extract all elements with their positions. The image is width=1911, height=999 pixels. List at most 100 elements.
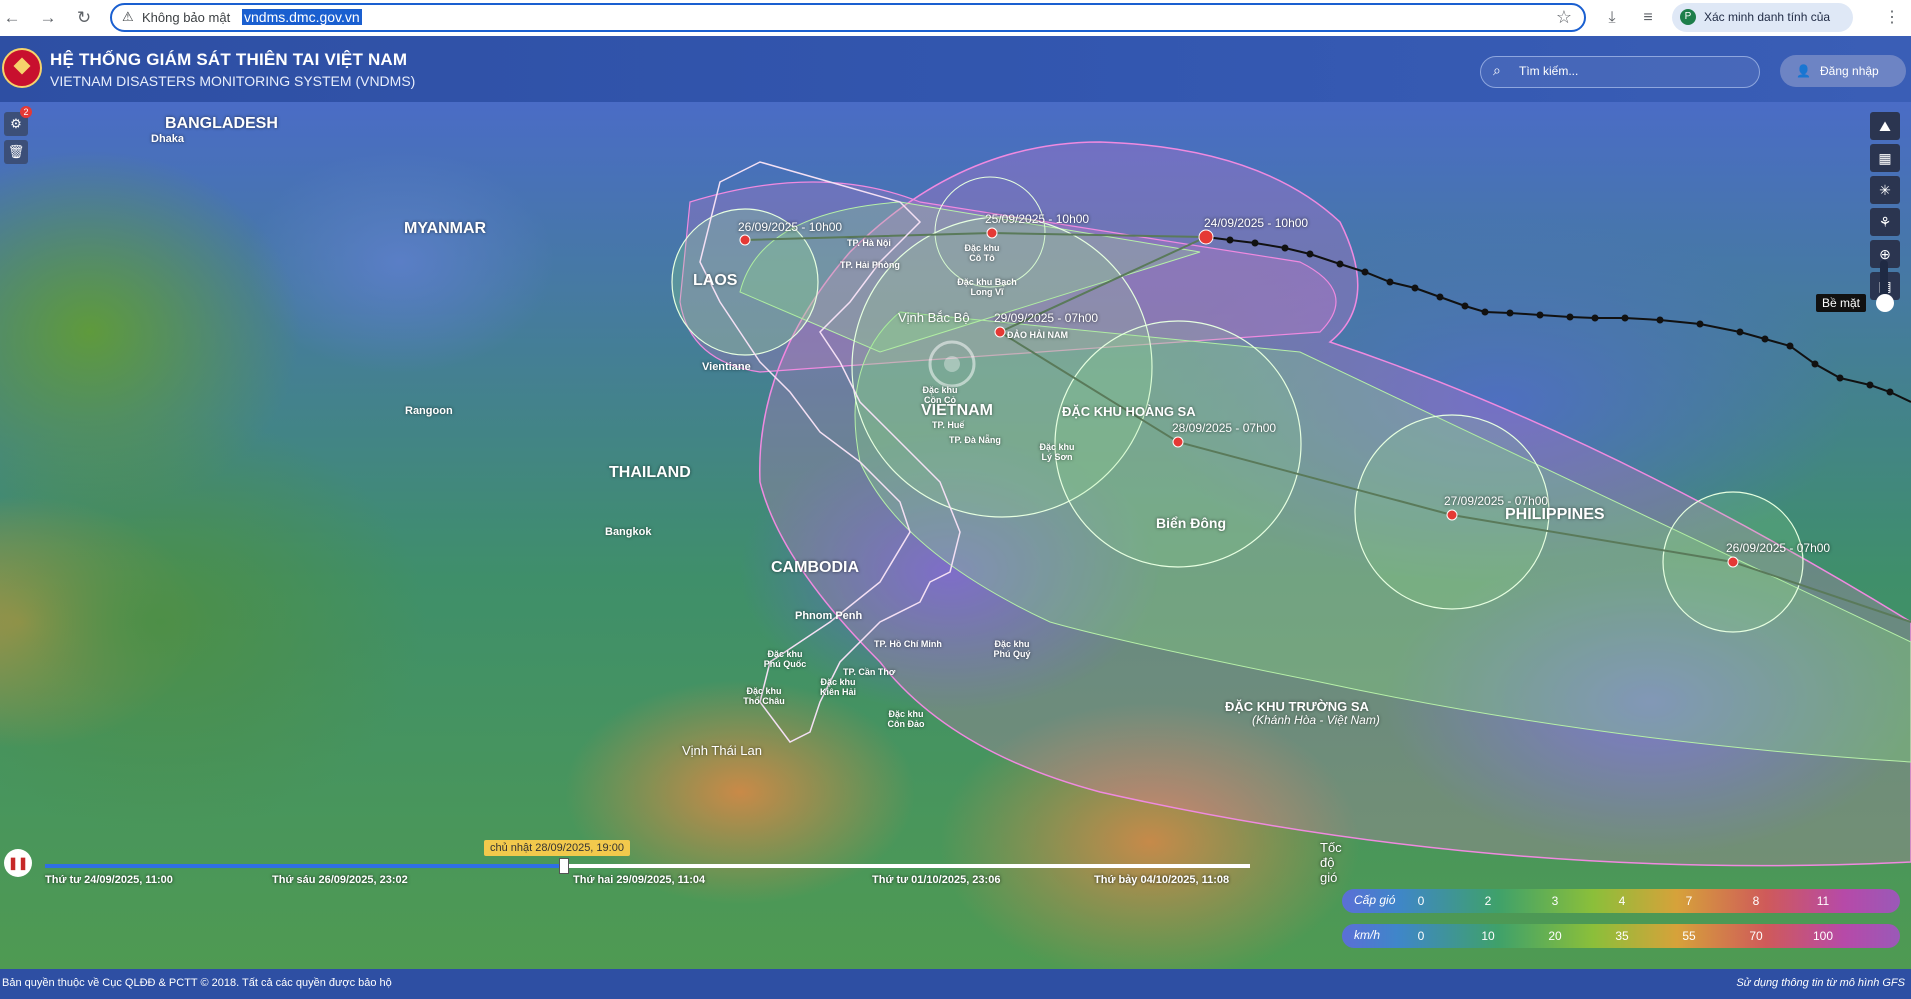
login-label: Đăng nhập — [1820, 64, 1879, 78]
trash-icon[interactable]: 🗑 — [4, 140, 28, 164]
notification-button[interactable]: ⚙ 2 — [4, 106, 32, 136]
city-label: TP. Huế — [932, 420, 965, 430]
country-label: BANGLADESH — [165, 115, 278, 132]
map-icon[interactable]: ⛰ — [1870, 112, 1900, 140]
search-input[interactable]: ⌕ Tìm kiếm... — [1480, 56, 1760, 88]
left-toolbar: ⚙ 2 🗑 — [4, 106, 32, 168]
login-button[interactable]: 👤 Đăng nhập — [1780, 55, 1906, 87]
country-label: CAMBODIA — [771, 559, 859, 576]
legend-value: 2 — [1484, 894, 1492, 908]
notification-badge: 2 — [20, 106, 32, 118]
place-label: Đặc khu Kiên Hải — [819, 677, 856, 697]
timeline-thumb[interactable] — [559, 858, 570, 874]
footer: Bản quyền thuộc về Cục QLĐĐ & PCTT © 201… — [0, 969, 1911, 999]
app-header: HỆ THỐNG GIÁM SÁT THIÊN TAI VIỆT NAM VIE… — [0, 36, 1911, 102]
city-label: Dhaka — [151, 133, 185, 145]
city-label: Vientiane — [702, 361, 751, 373]
timeline-tick: Thứ sáu 26/09/2025, 23:02 — [272, 874, 408, 886]
timeline-progress — [45, 864, 564, 868]
city-label: Rangoon — [405, 405, 453, 417]
place-label: ĐẶC KHU TRƯỜNG SA — [1225, 699, 1369, 714]
country-label: THAILAND — [609, 464, 691, 481]
wind-speed-title: Tốc độ gió — [1320, 840, 1342, 885]
storm-overlay — [671, 141, 1911, 867]
city-label: TP. Đà Nẵng — [949, 435, 1001, 445]
place-label: Đặc khu Côn Đảo — [887, 709, 925, 729]
profile-icon: P — [1680, 9, 1696, 25]
timeline-tick: Thứ bảy 04/10/2025, 11:08 — [1094, 874, 1230, 886]
country-label: MYANMAR — [404, 220, 487, 237]
forecast-time-label: 26/09/2025 - 10h00 — [738, 220, 843, 234]
place-label: Đặc khu Cô Tô — [964, 243, 1000, 263]
legend-value: 70 — [1749, 929, 1763, 943]
layer-slider-knob[interactable] — [1876, 294, 1894, 312]
place-label: (Khánh Hòa - Việt Nam) — [1252, 713, 1380, 727]
legend-value: 7 — [1685, 894, 1693, 908]
city-label: TP. Cần Thơ — [843, 667, 896, 677]
legend-value: 0 — [1417, 894, 1425, 908]
place-label: ĐẶC KHU HOÀNG SA — [1062, 404, 1196, 419]
address-bar[interactable]: ⚠ Không bảo mật vndms.dmc.gov.vn ☆ — [110, 3, 1586, 32]
city-label: TP. Hồ Chí Minh — [874, 639, 942, 649]
wind-layer-icon[interactable]: ✳ — [1870, 176, 1900, 204]
country-label: PHILIPPINES — [1505, 506, 1605, 523]
model-source-text: Sử dụng thông tin từ mô hình GFS — [1736, 977, 1905, 989]
security-status[interactable]: Không bảo mật — [142, 10, 230, 25]
legend-value: 3 — [1551, 894, 1559, 908]
forecast-time-label: 25/09/2025 - 10h00 — [985, 212, 1090, 226]
timeline-tick: Thứ tư 01/10/2025, 23:06 — [872, 874, 1001, 886]
place-label: ĐẢO HẢI NAM — [1007, 330, 1068, 340]
copyright-text: Bản quyền thuộc về Cục QLĐĐ & PCTT © 201… — [2, 977, 392, 989]
identity-button[interactable]: P Xác minh danh tính của bạn — [1672, 3, 1853, 53]
url-text[interactable]: vndms.dmc.gov.vn — [242, 9, 362, 25]
forecast-time-label: 28/09/2025 - 07h00 — [1172, 421, 1277, 435]
download-icon[interactable]: ⤓ — [1600, 6, 1624, 30]
city-label: Bangkok — [605, 526, 652, 538]
legend-value: 100 — [1812, 929, 1834, 943]
legend-value: 11 — [1816, 894, 1830, 908]
user-icon: 👤 — [1796, 64, 1811, 78]
legend-value: 35 — [1615, 929, 1629, 943]
place-label: Vịnh Bắc Bộ — [898, 310, 970, 325]
more-menu-icon[interactable]: ⋮ — [1880, 6, 1904, 30]
search-icon: ⌕ — [1493, 62, 1501, 78]
forecast-time-label: 27/09/2025 - 07h00 — [1444, 494, 1549, 508]
app-subtitle: VIETNAM DISASTERS MONITORING SYSTEM (VND… — [50, 73, 416, 89]
legend-value: 55 — [1682, 929, 1696, 943]
network-icon[interactable]: ⚘ — [1870, 208, 1900, 236]
reload-icon[interactable]: ↻ — [72, 6, 96, 30]
legend-value: 0 — [1417, 929, 1425, 943]
app-title: HỆ THỐNG GIÁM SÁT THIÊN TAI VIỆT NAM — [50, 50, 408, 69]
legend-value: 8 — [1752, 894, 1760, 908]
place-label: Đặc khu Lý Sơn — [1039, 442, 1075, 462]
warning-icon[interactable]: ⚠ — [122, 9, 134, 25]
timeline-tick: Thứ tư 24/09/2025, 11:00 — [45, 874, 173, 886]
layer-label: Bề mặt — [1816, 294, 1867, 312]
current-time-badge: chủ nhật 28/09/2025, 19:00 — [484, 840, 630, 856]
country-label: LAOS — [693, 272, 738, 289]
legend-value: 20 — [1548, 929, 1562, 943]
legend-wind-speed: km/h 0 10 20 35 55 70 100 — [1342, 924, 1900, 948]
city-label: TP. Hải Phòng — [840, 260, 900, 270]
legend-wind-level: Cấp gió 0 2 3 4 7 8 11 — [1342, 889, 1900, 913]
place-label: Biển Đông — [1156, 515, 1226, 531]
place-label: Đặc khu Phú Quốc — [763, 649, 807, 669]
place-label: Vịnh Thái Lan — [682, 743, 762, 758]
place-label: Đặc khu Cồn Cỏ — [922, 385, 958, 405]
legend-label: Cấp gió — [1354, 893, 1396, 907]
layers-map-icon[interactable]: ▦ — [1870, 144, 1900, 172]
city-label: Phnom Penh — [795, 610, 863, 622]
bookmark-star-icon[interactable]: ☆ — [1556, 7, 1572, 28]
search-placeholder: Tìm kiếm... — [1519, 64, 1579, 78]
forecast-time-label: 26/09/2025 - 07h00 — [1726, 541, 1831, 555]
forward-icon[interactable]: → — [36, 6, 60, 30]
reading-list-icon[interactable]: ≡ — [1636, 6, 1660, 30]
legend-label: km/h — [1354, 928, 1381, 942]
forecast-time-label: 29/09/2025 - 07h00 — [994, 311, 1099, 325]
pause-button[interactable]: ❚❚ — [4, 849, 32, 877]
vndms-logo — [2, 48, 42, 88]
weather-map[interactable]: BANGLADESH MYANMAR LAOS THAILAND CAMBODI… — [0, 102, 1911, 969]
place-label: Đặc khu Bạch Long Vĩ — [957, 277, 1017, 297]
back-icon[interactable]: ← — [0, 6, 24, 30]
place-label: Đặc khu Thổ Châu — [743, 686, 785, 706]
